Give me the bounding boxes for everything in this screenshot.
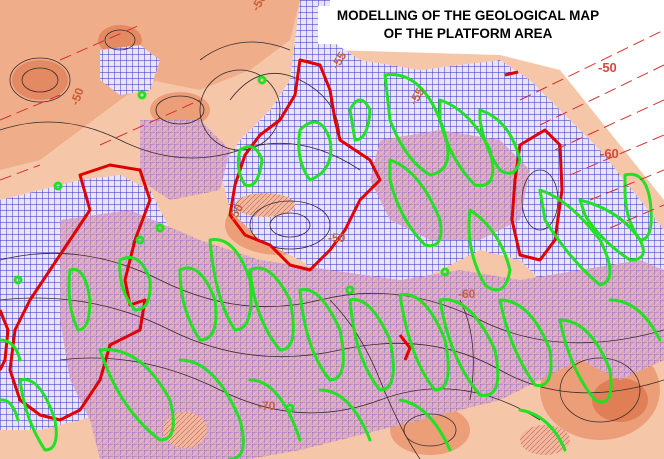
depth-label: -50 [598, 60, 617, 75]
geological-map: -50 -50 -55 -50 -50 -55 -70 -60 -50 -60 … [0, 0, 664, 459]
contour-label: -60 [458, 287, 476, 301]
map-canvas: -50 -50 -55 -50 -50 -55 -70 -60 -50 -60 [0, 0, 664, 459]
depth-label: -60 [600, 146, 619, 161]
contour-label: -70 [258, 399, 276, 413]
map-title-line-1: MODELLING OF THE GEOLOGICAL MAP [336, 8, 600, 23]
contour-label: -50 [328, 231, 346, 245]
map-title-line-2: OF THE PLATFORM AREA [383, 26, 553, 41]
map-title: MODELLING OF THE GEOLOGICAL MAP OF THE P… [318, 6, 618, 44]
